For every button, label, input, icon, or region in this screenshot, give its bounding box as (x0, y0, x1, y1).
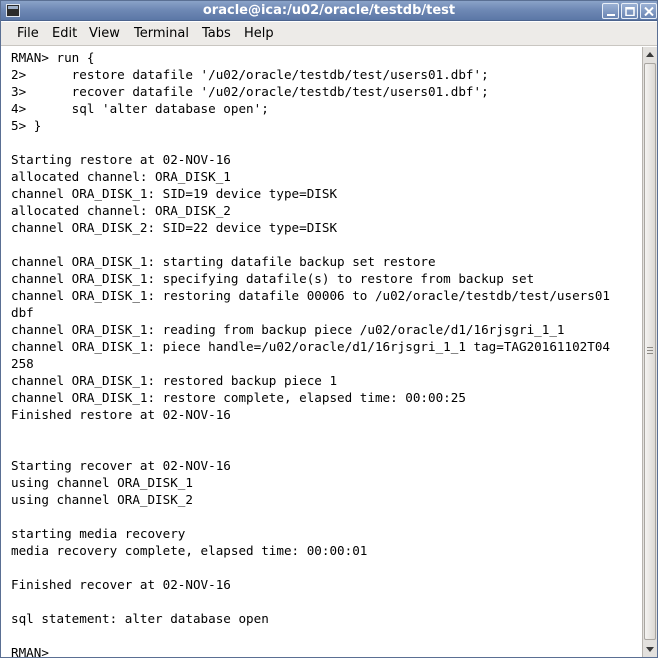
menu-view-label: View (89, 26, 120, 41)
terminal-line: starting media recovery (11, 526, 186, 541)
close-button[interactable] (640, 3, 657, 19)
terminal-line: channel ORA_DISK_1: SID=19 device type=D… (11, 186, 338, 201)
terminal-line: dbf (11, 305, 34, 320)
terminal-line: sql statement: alter database open (11, 611, 269, 626)
thumb-grip-line (647, 347, 653, 348)
terminal-line: Starting restore at 02-NOV-16 (11, 152, 231, 167)
terminal-line: Finished restore at 02-NOV-16 (11, 407, 231, 422)
terminal-line: RMAN> run { (11, 50, 95, 65)
thumb-grip-line (647, 353, 653, 354)
terminal-line: 5> } (11, 118, 42, 133)
terminal-line: using channel ORA_DISK_2 (11, 492, 193, 507)
terminal-line: RMAN> (11, 645, 57, 657)
terminal-line: channel ORA_DISK_1: reading from backup … (11, 322, 565, 337)
terminal-line: media recovery complete, elapsed time: 0… (11, 543, 368, 558)
terminal-line: allocated channel: ORA_DISK_1 (11, 169, 231, 184)
title-bar[interactable]: oracle@ica:/u02/oracle/testdb/test (1, 1, 657, 21)
scroll-up-icon[interactable] (644, 49, 656, 61)
scrollbar-thumb[interactable] (644, 63, 656, 640)
menu-file[interactable]: File (17, 26, 39, 42)
terminal-line: 258 (11, 356, 34, 371)
menu-help-label: Help (244, 26, 274, 41)
terminal-line: channel ORA_DISK_1: restored backup piec… (11, 373, 338, 388)
minimize-icon (607, 14, 615, 16)
vertical-scrollbar[interactable] (642, 47, 657, 657)
terminal-line: 4> sql 'alter database open'; (11, 101, 269, 116)
terminal-line: channel ORA_DISK_1: restoring datafile 0… (11, 288, 610, 303)
menu-bar: File Edit View Terminal Tabs Help (1, 22, 657, 46)
terminal-line: 3> recover datafile '/u02/oracle/testdb/… (11, 84, 489, 99)
terminal-line: allocated channel: ORA_DISK_2 (11, 203, 231, 218)
menu-tabs-label: Tabs (202, 26, 231, 41)
terminal-line: Starting recover at 02-NOV-16 (11, 458, 231, 473)
scroll-down-icon[interactable] (644, 643, 656, 655)
close-icon (644, 7, 654, 16)
menu-terminal[interactable]: Terminal (134, 26, 189, 42)
menu-help[interactable]: Help (244, 26, 274, 42)
minimize-button[interactable] (602, 3, 619, 19)
window-title: oracle@ica:/u02/oracle/testdb/test (202, 3, 456, 18)
terminal-text: RMAN> run { 2> restore datafile '/u02/ora… (11, 49, 610, 657)
maximize-button[interactable] (621, 3, 638, 19)
menu-edit[interactable]: Edit (52, 26, 77, 42)
terminal-line: using channel ORA_DISK_1 (11, 475, 193, 490)
maximize-icon (625, 7, 635, 16)
menu-file-label: File (17, 26, 39, 41)
terminal-line: Finished recover at 02-NOV-16 (11, 577, 231, 592)
terminal-output[interactable]: RMAN> run { 2> restore datafile '/u02/ora… (1, 47, 642, 657)
menu-tabs[interactable]: Tabs (202, 26, 231, 42)
terminal-window: oracle@ica:/u02/oracle/testdb/test File … (0, 0, 658, 658)
menu-edit-label: Edit (52, 26, 78, 41)
menu-view[interactable]: View (89, 26, 120, 42)
terminal-line: channel ORA_DISK_1: specifying datafile(… (11, 271, 535, 286)
terminal-line: channel ORA_DISK_1: restore complete, el… (11, 390, 466, 405)
menu-terminal-label: Terminal (134, 26, 189, 41)
terminal-line: channel ORA_DISK_1: piece handle=/u02/or… (11, 339, 610, 354)
terminal-line: 2> restore datafile '/u02/oracle/testdb/… (11, 67, 489, 82)
terminal-line: channel ORA_DISK_2: SID=22 device type=D… (11, 220, 338, 235)
terminal-line: channel ORA_DISK_1: starting datafile ba… (11, 254, 436, 269)
thumb-grip-line (647, 350, 653, 351)
